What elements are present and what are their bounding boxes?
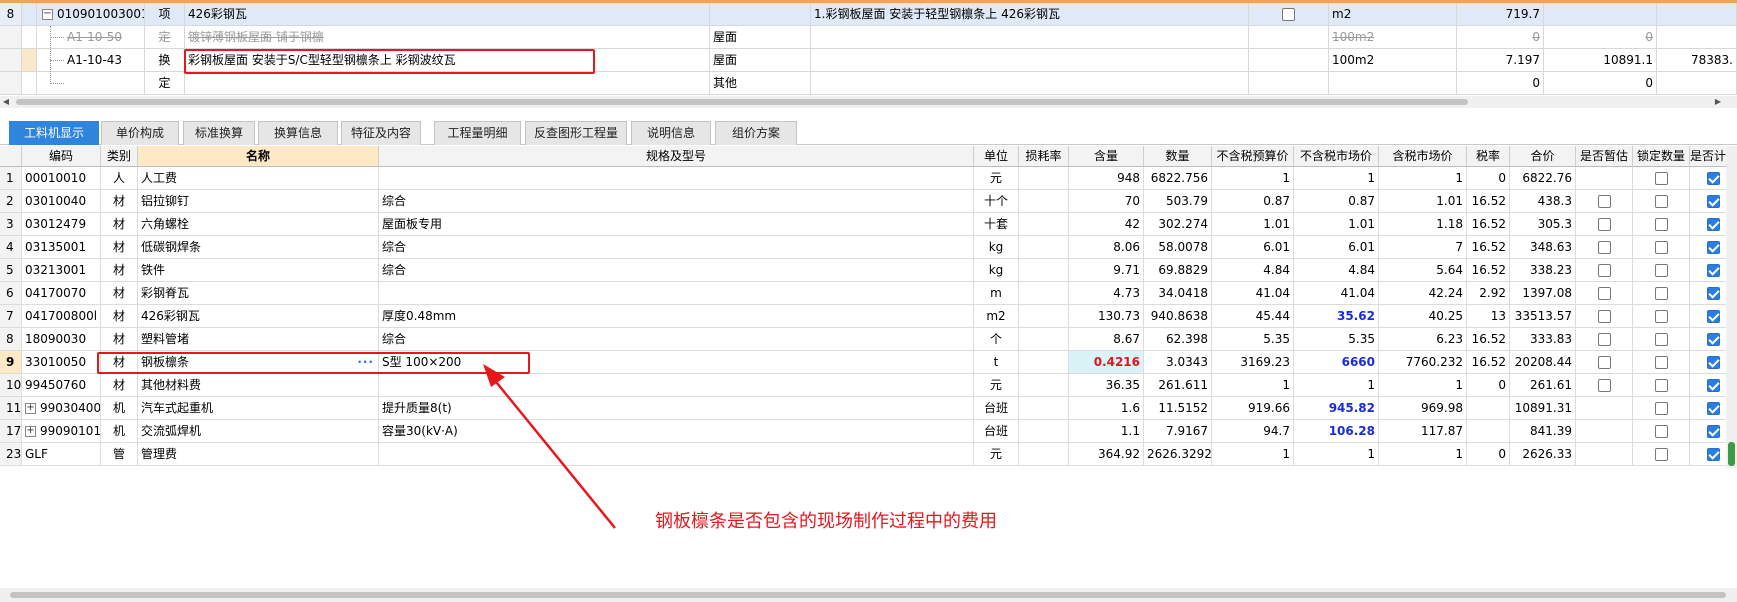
arrow-head <box>483 364 505 387</box>
app-window: 8−010901003001 项 426彩钢瓦 1.彩钢板屋面 安装于轻型钢檩条上 4… <box>0 0 1737 602</box>
annotation-text: 钢板檩条是否包含的现场制作过程中的费用 <box>655 511 997 532</box>
arrow-shaft <box>487 371 616 529</box>
